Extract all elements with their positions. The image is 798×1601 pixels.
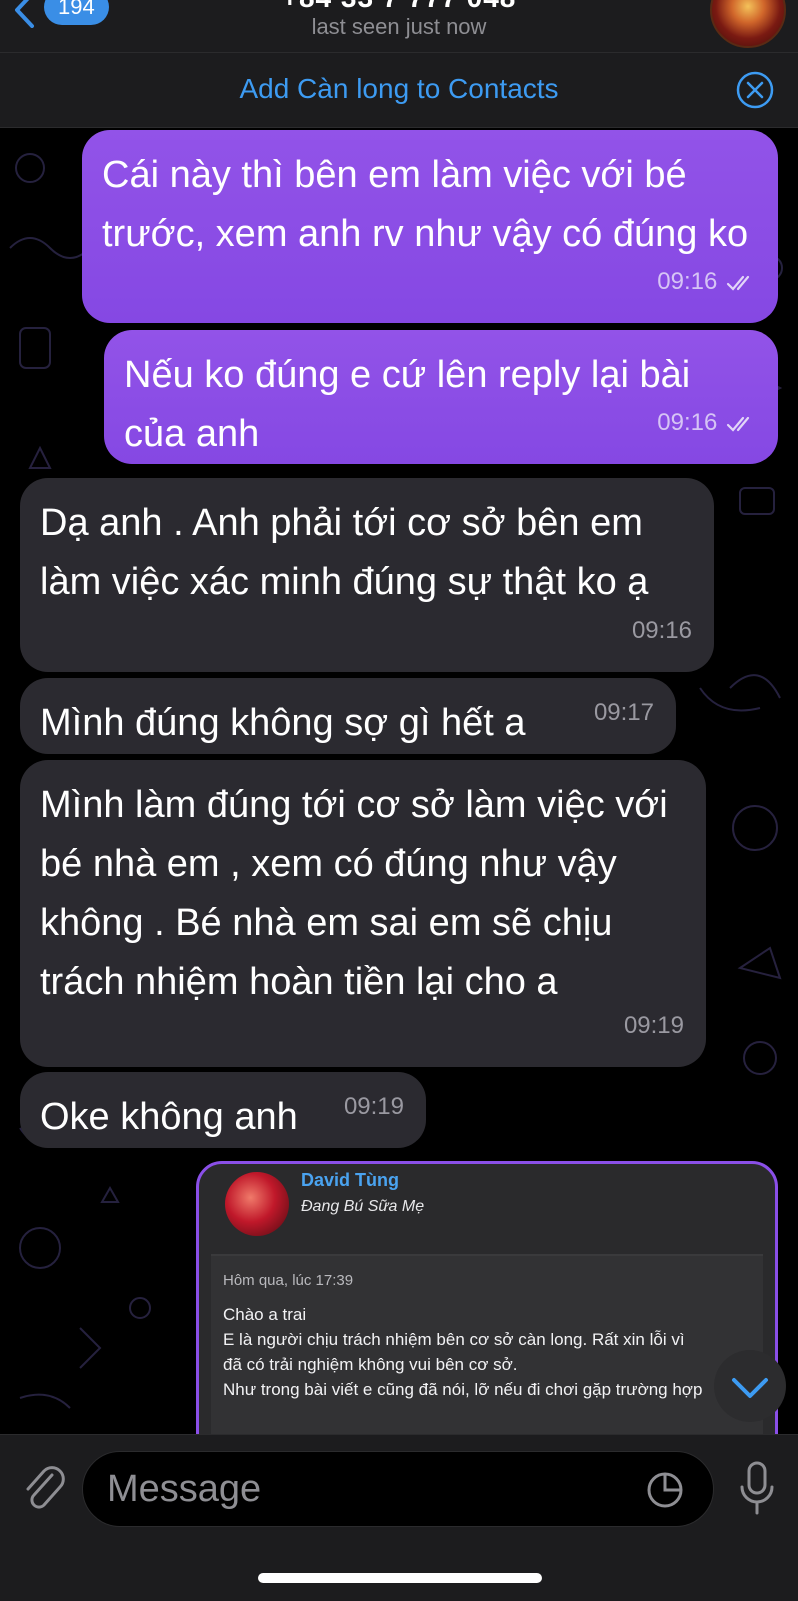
message-bubble-outgoing[interactable]: Nếu ko đúng e cứ lên reply lại bài của a… [104, 330, 778, 464]
message-bubble-outgoing[interactable]: Cái này thì bên em làm việc với bé trước… [82, 130, 778, 323]
add-contact-button[interactable]: Add Càn long to Contacts [0, 73, 798, 105]
message-text: Oke không anh [40, 1096, 298, 1138]
message-text: Mình làm đúng tới cơ sở làm việc với bé … [40, 784, 668, 1003]
chat-title[interactable]: +84 33 7 777 048 [0, 0, 798, 14]
contact-avatar[interactable] [710, 0, 786, 48]
last-seen-status: last seen just now [311, 14, 487, 39]
message-time: 09:19 [343, 1093, 404, 1120]
post-author-avatar [225, 1172, 289, 1236]
message-meta: 09:16 [657, 393, 756, 452]
message-time: 09:19 [623, 1012, 684, 1039]
message-text: Nếu ko đúng e cứ lên reply lại bài của a… [124, 354, 691, 455]
home-indicator [258, 1573, 542, 1583]
image-message[interactable]: David Tùng Đang Bú Sữa Mẹ Hôm qua, lúc 1… [196, 1161, 778, 1434]
post-line: đã có trải nghiệm không vui bên cơ sở. [223, 1355, 518, 1374]
message-time: 09:16 [631, 617, 692, 644]
message-input[interactable]: Message [82, 1451, 714, 1527]
divider [211, 1254, 763, 1256]
chat-header: 194 +84 33 7 777 048 last seen just now [0, 0, 798, 53]
read-checks-icon [726, 416, 750, 432]
post-text: Chào a trai E là người chịu trách nhiệm … [223, 1302, 765, 1402]
post-line: Như trong bài viết e cũng đã nói, lỡ nếu… [223, 1380, 703, 1399]
message-bubble-incoming[interactable]: Oke không anh 09:19 [20, 1072, 426, 1148]
message-list[interactable]: Cái này thì bên em làm việc với bé trước… [0, 128, 798, 1434]
add-contact-bar: Add Càn long to Contacts [0, 53, 798, 128]
message-text: Mình đúng không sợ gì hết a [40, 702, 526, 744]
message-time: 09:17 [593, 699, 654, 726]
scroll-down-button[interactable] [714, 1350, 786, 1422]
message-bubble-incoming[interactable]: Dạ anh . Anh phải tới cơ sở bên em làm v… [20, 478, 714, 672]
message-time: 09:16 [657, 268, 718, 295]
message-placeholder: Message [107, 1468, 262, 1510]
message-bubble-incoming[interactable]: Mình làm đúng tới cơ sở làm việc với bé … [20, 760, 706, 1067]
chevron-down-icon [732, 1378, 768, 1398]
message-text: Dạ anh . Anh phải tới cơ sở bên em làm v… [40, 502, 649, 603]
message-bubble-incoming[interactable]: Mình đúng không sợ gì hết a 09:17 [20, 678, 676, 754]
post-author-name: David Tùng [301, 1170, 399, 1190]
close-circle-icon[interactable] [736, 71, 774, 109]
post-author-status: Đang Bú Sữa Mẹ [301, 1198, 425, 1215]
microphone-icon[interactable] [738, 1459, 776, 1517]
post-line: Chào a trai [223, 1305, 307, 1324]
post-timestamp: Hôm qua, lúc 17:39 [223, 1272, 354, 1289]
message-meta: 09:16 [657, 252, 756, 311]
composer-bar: Message [0, 1434, 798, 1601]
read-checks-icon [726, 275, 750, 291]
post-line: E là người chịu trách nhiệm bên cơ sở cà… [223, 1330, 685, 1349]
message-text: Cái này thì bên em làm việc với bé trước… [102, 154, 749, 255]
sticker-icon[interactable] [645, 1470, 685, 1510]
message-time: 09:16 [657, 409, 718, 436]
paperclip-icon[interactable] [22, 1463, 66, 1515]
